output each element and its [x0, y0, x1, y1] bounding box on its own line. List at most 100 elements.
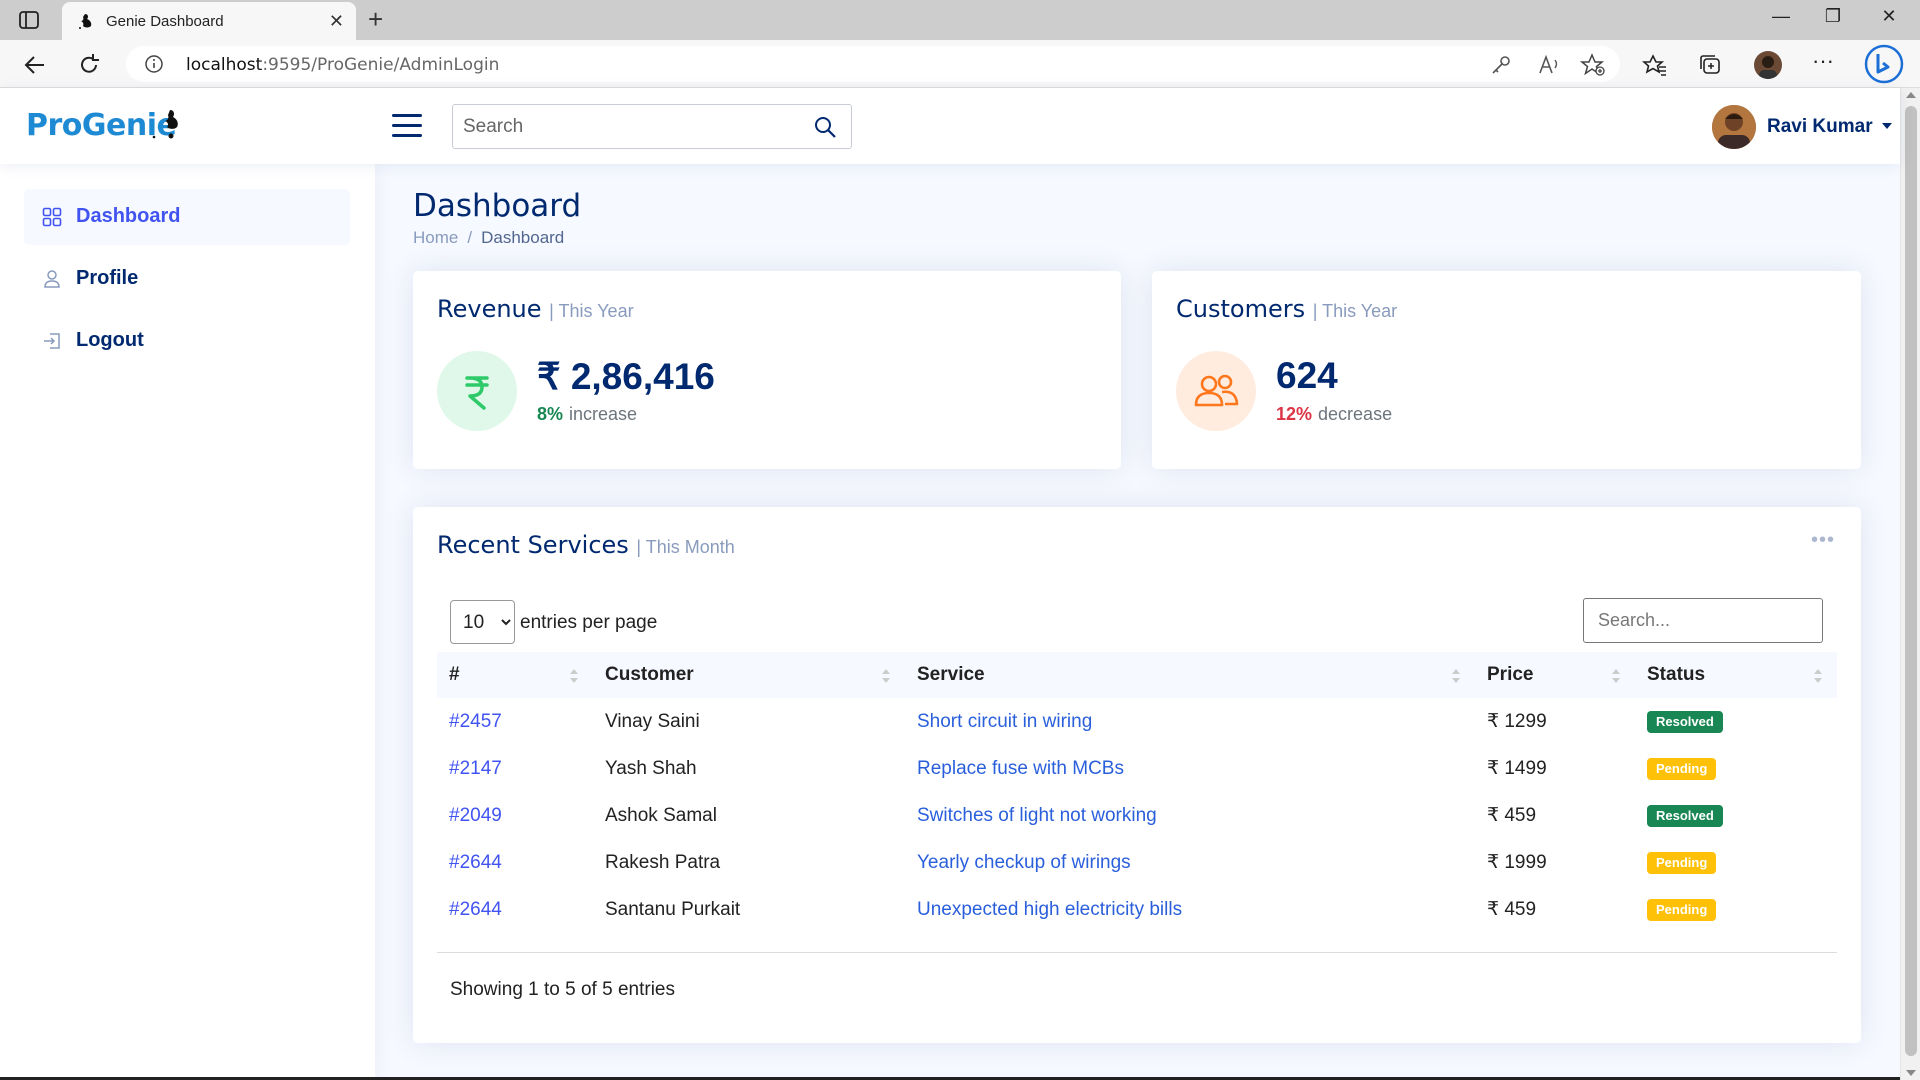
sort-icon[interactable]: [1611, 666, 1621, 686]
people-icon: [1176, 351, 1256, 431]
scroll-thumb[interactable]: [1905, 106, 1917, 1056]
bing-copilot-icon[interactable]: [1864, 44, 1904, 84]
card-title: Customers | This Year: [1176, 295, 1398, 323]
sort-icon[interactable]: [881, 666, 891, 686]
service-link[interactable]: Yearly checkup of wirings: [917, 852, 1131, 873]
sidebar-item-profile[interactable]: Profile: [24, 251, 350, 307]
more-options-icon[interactable]: •••: [1811, 529, 1835, 552]
refresh-icon[interactable]: [76, 52, 102, 78]
more-options-icon[interactable]: ···: [1812, 48, 1838, 74]
restore-icon[interactable]: ❐: [1810, 6, 1856, 34]
scroll-down-icon[interactable]: [1906, 1070, 1916, 1076]
box-arrow-in-right-icon: [44, 333, 60, 349]
order-id-link[interactable]: #2457: [449, 711, 502, 732]
table-row: #2457 Vinay Saini Short circuit in wirin…: [437, 698, 1837, 745]
column-header-service[interactable]: Service: [905, 652, 1475, 698]
status-badge: Pending: [1647, 899, 1717, 921]
status-badge: Pending: [1647, 758, 1717, 780]
sort-icon[interactable]: [569, 666, 579, 686]
price-cell: ₹ 459: [1487, 805, 1537, 826]
search-icon[interactable]: [813, 115, 837, 139]
scroll-up-icon[interactable]: [1906, 92, 1916, 98]
favorites-icon[interactable]: [1642, 52, 1668, 78]
recent-services-card: Recent Services | This Month ••• 10 entr…: [413, 507, 1861, 1043]
page-scrollbar[interactable]: [1900, 88, 1920, 1080]
browser-tab-bar: Genie Dashboard ✕ + — ❐ ✕: [0, 0, 1920, 40]
person-icon: [44, 270, 60, 288]
order-id-link[interactable]: #2049: [449, 805, 502, 826]
per-page-select[interactable]: 10: [450, 600, 515, 644]
site-info-icon[interactable]: [144, 54, 164, 74]
service-link[interactable]: Switches of light not working: [917, 805, 1157, 826]
sidebar: Dashboard Profile Logout: [0, 164, 375, 1080]
table-search-input[interactable]: [1583, 598, 1823, 643]
genie-favicon-icon: [79, 14, 92, 29]
avatar: [1712, 105, 1756, 149]
price-cell: ₹ 1999: [1487, 852, 1547, 873]
revenue-change: 8% increase: [537, 404, 638, 424]
customers-change: 12% decrease: [1276, 404, 1393, 424]
key-icon[interactable]: [1488, 52, 1514, 78]
customers-value: 624: [1276, 355, 1338, 396]
url-text: localhost:9595/ProGenie/AdminLogin: [186, 55, 500, 75]
column-header-status[interactable]: Status: [1635, 652, 1837, 698]
divider: [437, 952, 1837, 953]
window-close-icon[interactable]: ✕: [1866, 6, 1912, 34]
sidebar-item-logout[interactable]: Logout: [24, 313, 350, 369]
service-link[interactable]: Replace fuse with MCBs: [917, 758, 1124, 779]
search-input[interactable]: [453, 105, 783, 148]
browser-tab[interactable]: Genie Dashboard ✕: [62, 2, 356, 40]
revenue-value: ₹ 2,86,416: [537, 356, 715, 397]
table-row: #2644 Rakesh Patra Yearly checkup of wir…: [437, 839, 1837, 886]
tab-title: Genie Dashboard: [106, 13, 224, 30]
minimize-icon[interactable]: —: [1758, 6, 1804, 34]
status-badge: Resolved: [1647, 805, 1723, 827]
user-name: Ravi Kumar: [1767, 116, 1873, 137]
table-row: #2644 Santanu Purkait Unexpected high el…: [437, 886, 1837, 933]
tab-actions-icon[interactable]: [18, 10, 40, 30]
search-form: [452, 104, 852, 149]
table-row: #2147 Yash Shah Replace fuse with MCBs ₹…: [437, 745, 1837, 792]
price-cell: ₹ 1299: [1487, 711, 1547, 732]
column-header-customer[interactable]: Customer: [593, 652, 905, 698]
card-title: Revenue | This Year: [437, 295, 634, 323]
per-page-control: 10 entries per page: [450, 600, 657, 644]
column-header-id[interactable]: #: [437, 652, 593, 698]
caret-down-icon: [1882, 123, 1892, 129]
customer-cell: Ashok Samal: [605, 804, 717, 826]
add-favorite-icon[interactable]: [1580, 52, 1606, 78]
sidebar-item-label: Dashboard: [76, 205, 181, 227]
sort-icon[interactable]: [1813, 666, 1823, 686]
back-arrow-icon[interactable]: [22, 52, 48, 78]
sidebar-item-label: Profile: [76, 267, 139, 289]
price-cell: ₹ 1499: [1487, 758, 1547, 779]
table-header-row: # Customer Service Price Status: [437, 652, 1837, 698]
breadcrumb-home[interactable]: Home: [413, 228, 458, 247]
read-aloud-icon[interactable]: [1536, 52, 1562, 78]
new-tab-icon[interactable]: +: [368, 4, 383, 35]
status-badge: Pending: [1647, 852, 1717, 874]
customer-cell: Yash Shah: [605, 757, 697, 779]
service-link[interactable]: Unexpected high electricity bills: [917, 899, 1182, 920]
sidebar-item-label: Logout: [76, 329, 144, 351]
order-id-link[interactable]: #2147: [449, 758, 502, 779]
table-row: #2049 Ashok Samal Switches of light not …: [437, 792, 1837, 839]
menu-toggle-icon[interactable]: [392, 114, 422, 138]
app-header: ProGenie Ravi Kumar: [0, 88, 1900, 164]
url-field[interactable]: localhost:9595/ProGenie/AdminLogin: [126, 46, 1620, 82]
order-id-link[interactable]: #2644: [449, 852, 502, 873]
services-table: # Customer Service Price Status #2457 Vi…: [437, 652, 1837, 933]
per-page-label: entries per page: [520, 612, 658, 633]
sort-icon[interactable]: [1451, 666, 1461, 686]
column-header-price[interactable]: Price: [1475, 652, 1635, 698]
customer-cell: Santanu Purkait: [605, 898, 741, 920]
customers-card: Customers | This Year 624 12% decrease: [1152, 271, 1861, 469]
tab-close-icon[interactable]: ✕: [329, 11, 344, 32]
service-link[interactable]: Short circuit in wiring: [917, 711, 1092, 732]
card-title: Recent Services | This Month: [437, 531, 735, 559]
order-id-link[interactable]: #2644: [449, 899, 502, 920]
collections-icon[interactable]: [1697, 52, 1723, 78]
sidebar-item-dashboard[interactable]: Dashboard: [24, 189, 350, 245]
table-info: Showing 1 to 5 of 5 entries: [450, 979, 675, 1000]
profile-avatar-icon[interactable]: [1754, 51, 1782, 79]
